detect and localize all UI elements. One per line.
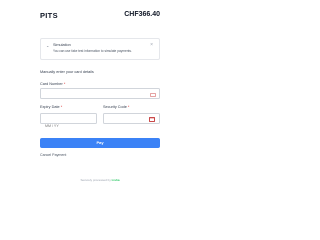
card-number-label-text: Card Number bbox=[40, 82, 63, 86]
header: PITS CHF366.40 bbox=[0, 0, 200, 28]
card-number-label: Card Number * bbox=[40, 82, 65, 86]
required-mark: * bbox=[60, 105, 63, 109]
security-code-field[interactable] bbox=[103, 113, 160, 131]
notice-title: Simulation bbox=[53, 43, 71, 47]
security-code-input[interactable] bbox=[104, 121, 159, 131]
security-code-label: Security Code * bbox=[103, 105, 129, 109]
payment-amount: CHF366.40 bbox=[124, 11, 160, 18]
required-mark: * bbox=[63, 82, 66, 86]
card-number-field[interactable] bbox=[40, 88, 160, 106]
brand-logo: Lisha bbox=[111, 178, 120, 182]
expiry-date-label: Expiry Date * bbox=[40, 105, 62, 109]
chevron-down-icon[interactable]: ⌄ bbox=[46, 43, 49, 48]
cancel-payment-link[interactable]: Cancel Payment bbox=[40, 153, 66, 157]
simulation-notice: ⌄ Simulation You can use fake test infor… bbox=[40, 38, 160, 60]
notice-description: You can use fake test information to sim… bbox=[53, 49, 132, 53]
close-icon[interactable]: × bbox=[150, 42, 153, 48]
merchant-name: PITS bbox=[40, 11, 58, 20]
expiry-date-field[interactable] bbox=[40, 113, 97, 131]
card-icon bbox=[150, 92, 156, 97]
pay-button[interactable]: Pay bbox=[40, 138, 160, 148]
expiry-date-label-text: Expiry Date bbox=[40, 105, 60, 109]
footer: Securely processed by Lisha bbox=[0, 178, 200, 182]
required-mark: * bbox=[127, 105, 130, 109]
secured-by-text: Securely processed by bbox=[80, 178, 111, 182]
cvc-card-icon bbox=[149, 117, 155, 122]
expiry-date-input[interactable] bbox=[41, 121, 96, 131]
security-code-label-text: Security Code bbox=[103, 105, 127, 109]
manual-entry-label: Manually enter your card details bbox=[40, 70, 94, 74]
